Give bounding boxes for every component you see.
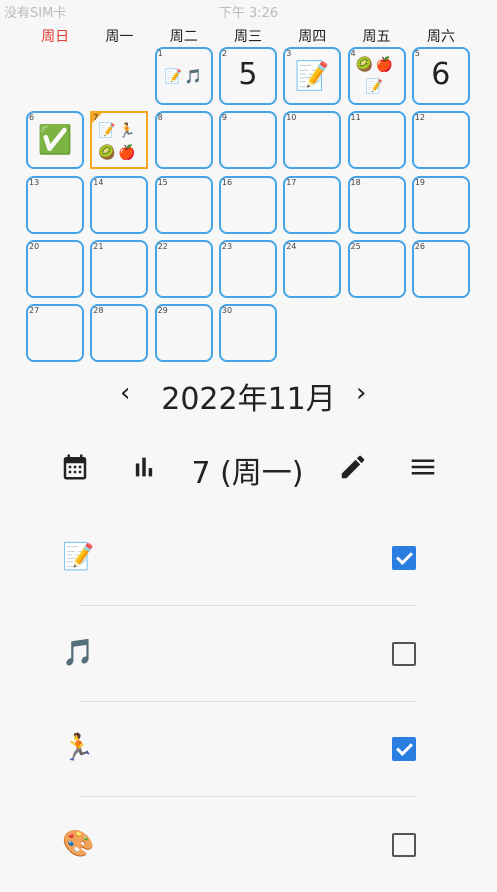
selected-day-label: 7 (周一) (191, 456, 304, 491)
day-number: 13 (29, 177, 40, 187)
day-task-icon: 🎵 (184, 69, 203, 85)
day-task-icon: 📝 (164, 69, 183, 85)
day-toolbar: 7 (周一) (0, 444, 497, 492)
day-number: 12 (414, 113, 425, 123)
calendar-day-7[interactable]: 7 📝 🏃 🥝 🍎 (90, 111, 149, 170)
day-number: 19 (414, 177, 425, 187)
calendar-day-20[interactable]: 20 (26, 239, 84, 298)
calendar-day-28[interactable]: 28 (90, 304, 149, 363)
day-number: 3 (286, 49, 292, 58)
day-task-icon: 📝 (98, 123, 116, 140)
calendar-day-15[interactable]: 15 (154, 175, 213, 234)
day-number: 24 (286, 241, 297, 251)
day-number: 11 (350, 113, 361, 123)
day-number: 28 (93, 306, 104, 316)
day-task-icon: 🏃 (118, 123, 136, 140)
day-icon: 📝 (294, 59, 330, 92)
day-count: 6 (431, 57, 451, 92)
status-time: 下午 3:26 (218, 6, 279, 21)
day-number: 25 (350, 241, 361, 251)
next-month-button[interactable]: › (356, 378, 366, 408)
day-number: 15 (157, 177, 168, 187)
day-number: 6 (29, 113, 35, 123)
calendar-icon[interactable] (60, 452, 90, 486)
calendar-day-21[interactable]: 21 (90, 239, 149, 298)
calendar-day-24[interactable]: 24 (283, 239, 342, 298)
day-number: 1 (157, 49, 163, 58)
edit-icon[interactable] (338, 452, 368, 486)
calendar-day-23[interactable]: 23 (218, 239, 277, 298)
day-number: 30 (221, 306, 233, 316)
task-row[interactable]: 📝 (0, 510, 497, 606)
calendar-day-25[interactable]: 25 (347, 239, 406, 298)
day-number: 20 (29, 241, 40, 251)
day-icon: ✅ (37, 123, 73, 157)
day-count: 5 (238, 57, 258, 92)
calendar-day-8[interactable]: 8 (154, 111, 213, 170)
task-icon: 📝 (62, 542, 95, 572)
day-task-icon: 🥝 (355, 57, 373, 73)
task-row[interactable]: 🎵 (0, 606, 497, 702)
stats-icon[interactable] (130, 452, 158, 486)
calendar-day-2[interactable]: 25 (218, 47, 277, 105)
task-checkbox[interactable] (392, 832, 416, 857)
calendar-day-30[interactable]: 30 (218, 304, 277, 363)
month-title: 2022年11月 (161, 382, 336, 417)
day-number: 22 (157, 241, 168, 251)
calendar-day-4[interactable]: 4 🥝 🍎 📝 (347, 47, 406, 105)
menu-icon[interactable] (408, 452, 438, 486)
weekday-sun: 周日 (41, 29, 70, 45)
task-checkbox[interactable] (392, 546, 416, 570)
calendar-day-19[interactable]: 19 (411, 175, 470, 234)
day-number: 23 (221, 241, 233, 251)
month-nav: ‹ 2022年11月 › (0, 372, 497, 418)
day-task-icon: 🍎 (375, 57, 393, 73)
day-number: 18 (350, 177, 361, 187)
calendar-day-10[interactable]: 10 (283, 111, 342, 170)
day-number: 26 (414, 241, 425, 251)
calendar-day-6[interactable]: 6 ✅ (26, 111, 84, 170)
calendar-day-14[interactable]: 14 (90, 175, 149, 234)
day-number: 16 (221, 177, 233, 187)
day-number: 21 (93, 241, 104, 251)
calendar-day-22[interactable]: 22 (154, 239, 213, 298)
calendar-day-1[interactable]: 1 📝 🎵 (154, 47, 213, 105)
calendar-day-5[interactable]: 56 (411, 47, 470, 105)
calendar-day-9[interactable]: 9 (218, 111, 277, 170)
day-number: 9 (221, 113, 227, 123)
day-number: 7 (93, 113, 99, 123)
task-icon: 🏃 (62, 733, 95, 763)
day-task-icon: 📝 (365, 79, 383, 95)
calendar-day-29[interactable]: 29 (154, 304, 213, 363)
day-number: 17 (286, 177, 297, 187)
calendar-day-26[interactable]: 26 (411, 239, 470, 298)
calendar-day-3[interactable]: 3 📝 (283, 47, 342, 105)
day-task-icon: 🍎 (118, 145, 136, 162)
day-number: 14 (93, 177, 104, 187)
day-task-icon: 🥝 (98, 145, 116, 162)
task-checkbox[interactable] (392, 737, 416, 761)
status-bar: 没有SIM卡 下午 3:26 (0, 0, 497, 24)
calendar-day-27[interactable]: 27 (26, 304, 84, 363)
calendar-day-18[interactable]: 18 (347, 175, 406, 234)
day-number: 27 (29, 306, 40, 316)
task-checkbox[interactable] (392, 641, 416, 666)
task-row[interactable]: 🎨 (0, 797, 497, 892)
task-icon: 🎵 (62, 637, 95, 668)
calendar-day-13[interactable]: 13 (26, 175, 84, 234)
day-number: 8 (157, 113, 163, 123)
day-number: 29 (157, 306, 168, 316)
weekday-mon: 周一 (105, 29, 134, 45)
calendar-day-16[interactable]: 16 (218, 175, 277, 234)
calendar-day-17[interactable]: 17 (283, 175, 342, 234)
calendar-day-12[interactable]: 12 (411, 111, 470, 170)
prev-month-button[interactable]: ‹ (120, 378, 130, 408)
calendar-day-11[interactable]: 11 (347, 111, 406, 170)
task-icon: 🎨 (62, 828, 95, 859)
day-number: 10 (286, 113, 297, 123)
task-row[interactable]: 🏃 (0, 701, 497, 797)
